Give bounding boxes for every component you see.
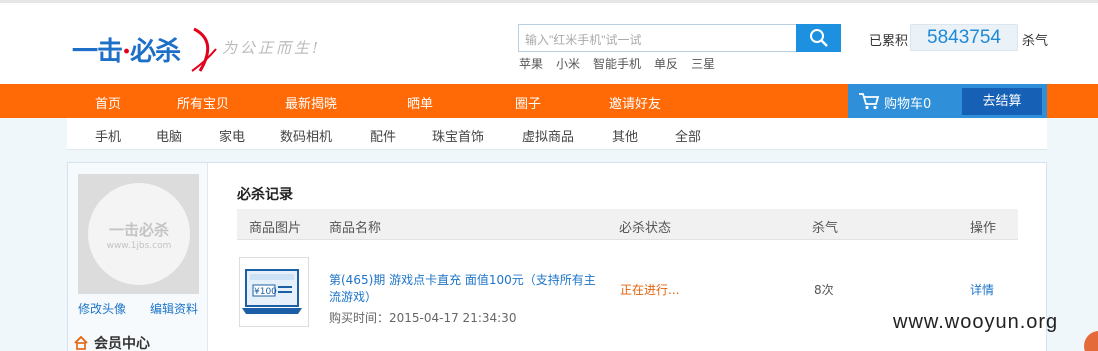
edit-avatar-link[interactable]: 修改头像 [78, 300, 126, 317]
kill-stat-suffix: 杀气 [1022, 34, 1049, 49]
kill-stat-count: 5843754 [910, 24, 1018, 51]
nav-home[interactable]: 首页 [95, 93, 121, 112]
nav-latest[interactable]: 最新揭晓 [285, 93, 337, 112]
hot-word[interactable]: 单反 [654, 55, 678, 72]
column-header: 操作 [970, 221, 997, 236]
avatar-placeholder: 一击必杀 www.1jbs.com [88, 183, 190, 285]
game-card-image: ¥100 [242, 269, 302, 314]
logo-dot: · [122, 37, 131, 67]
nav-showcase[interactable]: 晒单 [407, 93, 433, 112]
category-phone[interactable]: 手机 [95, 126, 121, 145]
column-header: 商品图片 [249, 221, 302, 236]
avatar-logo-url: www.1jbs.com [106, 241, 172, 251]
cart-icon[interactable] [858, 92, 880, 110]
member-center-label: 会员中心 [94, 336, 150, 351]
column-header: 必杀状态 [619, 221, 672, 236]
corner-widget[interactable] [1084, 331, 1098, 351]
records-table-header: 商品图片 商品名称 必杀状态 杀气 操作 [237, 209, 1018, 240]
logo-swoosh-icon [191, 27, 217, 72]
nav-circle[interactable]: 圈子 [515, 93, 541, 112]
hot-word[interactable]: 小米 [556, 55, 580, 72]
edit-profile-link[interactable]: 编辑资料 [150, 300, 198, 317]
purchase-time: 购买时间：2015-04-17 21:34:30 [329, 311, 517, 325]
category-accessory[interactable]: 配件 [370, 126, 396, 145]
avatar: 一击必杀 www.1jbs.com [78, 174, 199, 294]
card-value-text: ¥100 [254, 287, 277, 297]
member-center-heading[interactable]: 会员中心 [74, 333, 150, 351]
main-nav: 首页 所有宝贝 最新揭晓 晒单 圈子 邀请好友 购物车0 去结算 [0, 84, 1098, 118]
member-sidebar: 一击必杀 www.1jbs.com 修改头像 编辑资料 会员中心 [68, 163, 208, 351]
category-all[interactable]: 全部 [675, 126, 701, 145]
hot-word[interactable]: 智能手机 [593, 55, 641, 72]
nav-all-products[interactable]: 所有宝贝 [177, 93, 229, 112]
kill-status: 正在进行... [620, 283, 680, 297]
category-jewelry[interactable]: 珠宝首饰 [432, 126, 484, 145]
hot-word[interactable]: 苹果 [519, 55, 543, 72]
cart-link[interactable]: 购物车0 [884, 93, 931, 112]
cart-panel: 购物车0 去结算 [848, 84, 1047, 118]
logo-text: 一击·必杀 [72, 37, 181, 67]
category-appliance[interactable]: 家电 [219, 126, 245, 145]
checkout-button[interactable]: 去结算 [962, 88, 1042, 115]
category-other[interactable]: 其他 [612, 126, 638, 145]
column-header: 商品名称 [329, 221, 382, 236]
home-icon [74, 336, 88, 350]
header: 一击·必杀 为公正而生! 输入"红米手机"试一试 苹果 小米 智能手机 单反 三… [0, 0, 1098, 84]
watermark: www.wooyun.org [893, 311, 1059, 333]
category-bar: 手机 电脑 家电 数码相机 配件 珠宝首饰 虚拟商品 其他 全部 [67, 118, 1047, 150]
category-virtual[interactable]: 虚拟商品 [522, 126, 574, 145]
avatar-logo-text: 一击必杀 [108, 221, 169, 239]
logo-slogan: 为公正而生! [222, 39, 322, 57]
category-camera[interactable]: 数码相机 [280, 126, 332, 145]
site-logo[interactable]: 一击·必杀 为公正而生! [72, 23, 352, 79]
kill-stat-prefix: 已累积 [869, 34, 909, 49]
search-input[interactable]: 输入"红米手机"试一试 [518, 24, 797, 52]
product-thumbnail[interactable]: ¥100 [239, 257, 309, 327]
hot-word[interactable]: 三星 [691, 55, 715, 72]
search-icon [809, 29, 828, 47]
product-name-link[interactable]: 第(465)期 游戏点卡直充 面值100元（支持所有主流游戏） [329, 272, 601, 306]
category-computer[interactable]: 电脑 [156, 126, 182, 145]
column-header: 杀气 [812, 221, 839, 236]
kill-quantity: 8次 [814, 283, 834, 297]
records-title: 必杀记录 [237, 187, 293, 203]
detail-link[interactable]: 详情 [970, 281, 994, 298]
search-button[interactable] [796, 24, 841, 52]
hot-search-words: 苹果 小米 智能手机 单反 三星 [519, 55, 715, 72]
nav-invite[interactable]: 邀请好友 [609, 93, 661, 112]
